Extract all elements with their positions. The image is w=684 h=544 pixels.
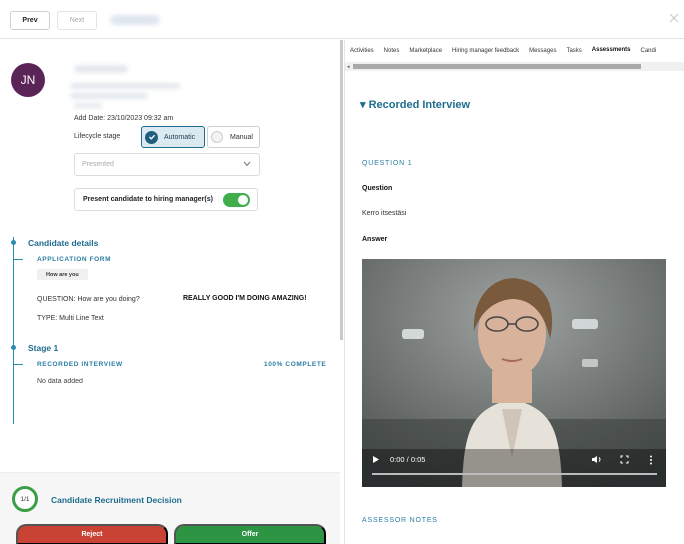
answer-label: Answer xyxy=(362,236,388,243)
question-value: Kerro itsestäsi xyxy=(362,210,407,217)
tab-tasks[interactable]: Tasks xyxy=(561,40,586,62)
present-to-hiring-manager: Present candidate to hiring manager(s) xyxy=(74,188,258,211)
play-icon[interactable] xyxy=(372,455,380,464)
add-date: Add Date: 23/10/2023 09:32 am xyxy=(74,115,174,122)
recorded-interview-heading[interactable]: ▾ Recorded Interview xyxy=(360,98,470,111)
present-label: Present candidate to hiring manager(s) xyxy=(83,196,213,203)
avatar: JN xyxy=(11,63,45,97)
recorded-interview-heading-text: Recorded Interview xyxy=(368,99,471,111)
top-bar: Prev Next xyxy=(0,0,684,39)
status-select[interactable]: Presented xyxy=(74,153,260,176)
detail-panel: Activities Notes Marketplace Hiring mana… xyxy=(344,40,684,544)
tab-marketplace[interactable]: Marketplace xyxy=(404,40,447,62)
left-scrollbar[interactable] xyxy=(340,40,343,340)
radio-icon xyxy=(211,131,223,143)
tab-assessments[interactable]: Assessments xyxy=(586,40,636,62)
timeline-dot xyxy=(11,345,16,350)
video-frame xyxy=(362,259,666,487)
timeline-tick xyxy=(13,364,23,365)
application-form-title: APPLICATION FORM xyxy=(37,256,112,263)
tab-hiring-manager-feedback[interactable]: Hiring manager feedback xyxy=(447,40,524,62)
candidate-panel: JN Add Date: 23/10/2023 09:32 am Lifecyc… xyxy=(0,40,340,544)
toggle-knob xyxy=(238,195,248,205)
decision-title: Candidate Recruitment Decision xyxy=(51,495,182,505)
prev-button[interactable]: Prev xyxy=(10,11,50,30)
phone-redacted xyxy=(70,93,148,99)
manual-label: Manual xyxy=(230,133,253,141)
candidate-name-redacted xyxy=(110,15,160,25)
more-options-icon[interactable] xyxy=(649,455,653,465)
timeline-tick xyxy=(13,259,23,260)
manual-option[interactable]: Manual xyxy=(207,126,260,148)
tab-candidate[interactable]: Candi xyxy=(636,40,662,62)
close-icon[interactable] xyxy=(668,12,680,24)
question-chip: How are you xyxy=(37,269,88,280)
fullscreen-icon[interactable] xyxy=(620,455,629,464)
video-progress-bar[interactable] xyxy=(372,473,657,475)
tab-activities[interactable]: Activities xyxy=(345,40,379,62)
automatic-label: Automatic xyxy=(164,133,196,141)
scrollbar-thumb[interactable] xyxy=(353,64,641,69)
recorded-interview-title[interactable]: RECORDED INTERVIEW xyxy=(37,361,123,368)
status-select-value: Presented xyxy=(82,161,114,168)
question-label: Question xyxy=(362,185,393,192)
answer-text: REALLY GOOD I'M DOING AMAZING! xyxy=(183,295,307,302)
scroll-left-arrow-icon[interactable]: ◂ xyxy=(347,64,350,70)
name-redacted xyxy=(74,65,128,73)
assessor-notes-heading: ASSESSOR NOTES xyxy=(362,517,438,524)
answer-video-player[interactable]: 0:00 / 0:05 xyxy=(362,259,666,487)
reject-button[interactable]: Reject xyxy=(16,524,168,544)
question-text: QUESTION: How are you doing? xyxy=(37,296,140,303)
automatic-option[interactable]: Automatic xyxy=(141,126,205,148)
present-toggle[interactable] xyxy=(223,193,250,207)
volume-icon[interactable] xyxy=(591,455,602,464)
question-type: TYPE: Multi Line Text xyxy=(37,315,104,322)
tab-notes[interactable]: Notes xyxy=(379,40,405,62)
question-number: QUESTION 1 xyxy=(362,160,413,167)
tab-bar: Activities Notes Marketplace Hiring mana… xyxy=(345,40,684,62)
next-button[interactable]: Next xyxy=(57,11,97,30)
chevron-down-icon xyxy=(243,161,251,167)
timeline-line xyxy=(13,237,14,424)
stage-title[interactable]: Stage 1 xyxy=(28,343,58,353)
check-icon xyxy=(145,130,158,144)
tab-messages[interactable]: Messages xyxy=(524,40,561,62)
decision-panel: 1/1 Candidate Recruitment Decision Rejec… xyxy=(0,472,340,544)
no-data-text: No data added xyxy=(37,378,83,384)
timeline-dot xyxy=(11,240,16,245)
lifecycle-stage-label: Lifecycle stage xyxy=(74,133,121,140)
location-redacted xyxy=(74,103,102,108)
offer-button[interactable]: Offer xyxy=(174,524,326,544)
tabs-scrollbar[interactable]: ◂ xyxy=(345,62,684,71)
completion-status: 100% COMPLETE xyxy=(264,361,327,368)
video-time: 0:00 / 0:05 xyxy=(390,455,426,464)
email-redacted xyxy=(70,83,180,89)
candidate-details-title[interactable]: Candidate details xyxy=(28,238,98,248)
decision-progress: 1/1 xyxy=(12,486,38,512)
